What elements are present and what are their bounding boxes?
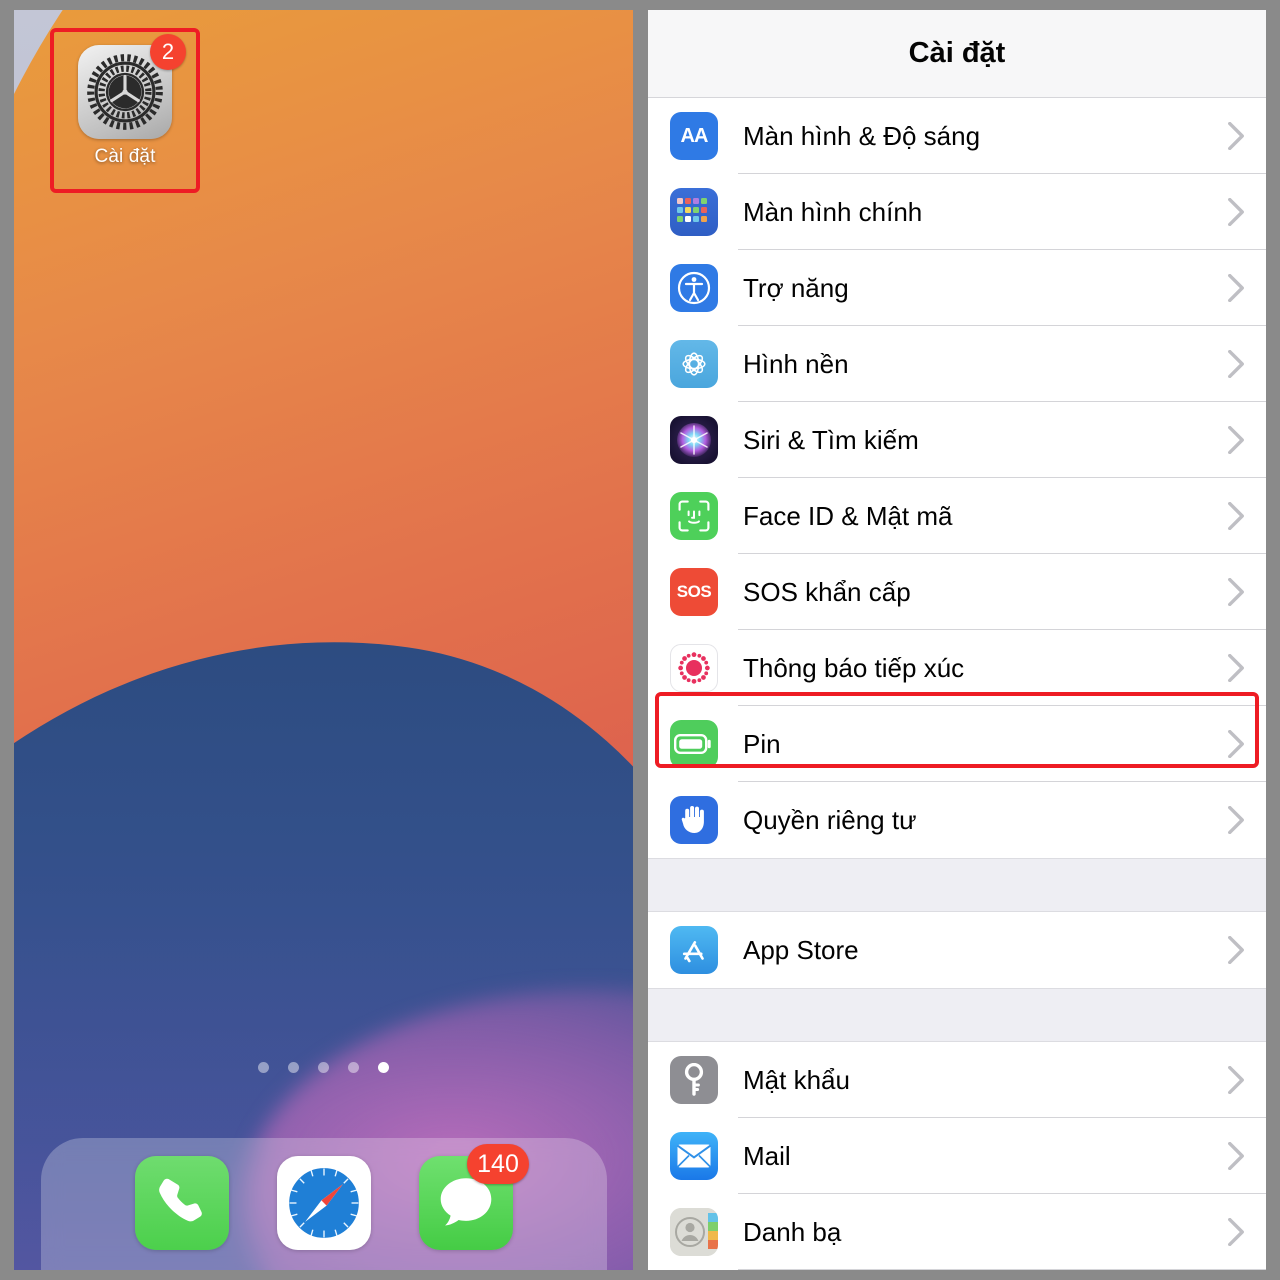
- settings-row-label: Danh bạ: [743, 1216, 842, 1247]
- face-id-icon: [670, 492, 718, 540]
- messages-badge: 140: [467, 1144, 529, 1184]
- display-brightness-icon: AA: [670, 112, 718, 160]
- settings-row-label: Quyền riêng tư: [743, 804, 917, 835]
- settings-row-label: Mail: [743, 1140, 791, 1171]
- wallpaper-vignette: [14, 10, 633, 1270]
- chevron-right-icon: [1228, 274, 1244, 302]
- phone-icon: [135, 1156, 229, 1250]
- settings-row-label: Hình nền: [743, 348, 849, 379]
- app-store-icon: [670, 926, 718, 974]
- home-screen-icon: [670, 188, 718, 236]
- settings-row-home-screen[interactable]: Màn hình chính: [648, 174, 1266, 250]
- dock-app-phone[interactable]: [135, 1156, 229, 1250]
- siri-icon: [670, 416, 718, 464]
- key-icon: [670, 1056, 718, 1104]
- home-app-settings[interactable]: 2 Cài đặt: [50, 28, 200, 193]
- settings-row-mail[interactable]: Mail: [648, 1118, 1266, 1194]
- chevron-right-icon: [1228, 1142, 1244, 1170]
- settings-row-label: App Store: [743, 934, 859, 965]
- settings-row-label: Màn hình & Độ sáng: [743, 120, 981, 151]
- screenshot-root: 2 Cài đặt 140 Cài đặt AA Màn hình & Độ s…: [0, 0, 1280, 1280]
- settings-row-emergency-sos[interactable]: SOS SOS khẩn cấp: [648, 554, 1266, 630]
- settings-app-label: Cài đặt: [94, 146, 156, 167]
- settings-row-label: Face ID & Mật mã: [743, 500, 953, 531]
- page-dot-3: [318, 1062, 329, 1073]
- page-dot-1: [258, 1062, 269, 1073]
- settings-row-label: SOS khẩn cấp: [743, 576, 911, 607]
- chevron-right-icon: [1228, 122, 1244, 150]
- settings-row-accessibility[interactable]: Trợ năng: [648, 250, 1266, 326]
- settings-group-gap-2: [648, 988, 1266, 1042]
- home-dock: 140: [41, 1138, 607, 1270]
- chevron-right-icon: [1228, 198, 1244, 226]
- wallpaper-icon: [670, 340, 718, 388]
- settings-app-screen: Cài đặt AA Màn hình & Độ sáng Màn hình c…: [648, 10, 1266, 1270]
- mail-envelope-icon: [670, 1132, 718, 1180]
- exposure-notification-icon: [670, 644, 718, 692]
- chevron-right-icon: [1228, 1066, 1244, 1094]
- settings-row-app-store[interactable]: App Store: [648, 912, 1266, 988]
- chevron-right-icon: [1228, 350, 1244, 378]
- settings-row-label: Trợ năng: [743, 272, 849, 303]
- ios-home-screen: 2 Cài đặt 140: [14, 10, 633, 1270]
- accessibility-icon: [670, 264, 718, 312]
- chevron-right-icon: [1228, 578, 1244, 606]
- settings-row-display[interactable]: AA Màn hình & Độ sáng: [648, 98, 1266, 174]
- chevron-right-icon: [1228, 654, 1244, 682]
- chevron-right-icon: [1228, 730, 1244, 758]
- settings-row-label: Siri & Tìm kiếm: [743, 424, 919, 455]
- settings-row-label: Pin: [743, 728, 781, 759]
- chevron-right-icon: [1228, 1218, 1244, 1246]
- sos-icon: SOS: [670, 568, 718, 616]
- settings-row-label: Màn hình chính: [743, 196, 923, 227]
- dock-app-messages[interactable]: 140: [419, 1144, 529, 1250]
- settings-row-contacts[interactable]: Danh bạ: [648, 1194, 1266, 1270]
- battery-icon: [670, 720, 718, 768]
- settings-group-store: App Store: [648, 912, 1266, 988]
- page-indicator-dots[interactable]: [14, 1062, 633, 1073]
- settings-row-battery[interactable]: Pin: [648, 706, 1266, 782]
- settings-nav-bar: Cài đặt: [648, 10, 1266, 98]
- settings-icon-wrapper: 2: [78, 34, 186, 139]
- contacts-icon: [670, 1208, 718, 1256]
- settings-row-label: Thông báo tiếp xúc: [743, 652, 965, 683]
- settings-group-gap-1: [648, 858, 1266, 912]
- settings-row-wallpaper[interactable]: Hình nền: [648, 326, 1266, 402]
- chevron-right-icon: [1228, 426, 1244, 454]
- chevron-right-icon: [1228, 806, 1244, 834]
- dock-app-safari[interactable]: [277, 1156, 371, 1250]
- chevron-right-icon: [1228, 502, 1244, 530]
- chevron-right-icon: [1228, 936, 1244, 964]
- settings-row-passwords[interactable]: Mật khẩu: [648, 1042, 1266, 1118]
- page-dot-4: [348, 1062, 359, 1073]
- settings-row-siri[interactable]: Siri & Tìm kiếm: [648, 402, 1266, 478]
- settings-badge: 2: [150, 34, 186, 70]
- settings-row-privacy[interactable]: Quyền riêng tư: [648, 782, 1266, 858]
- settings-row-label: Mật khẩu: [743, 1064, 850, 1095]
- compass-icon: [277, 1156, 371, 1250]
- privacy-hand-icon: [670, 796, 718, 844]
- settings-group-accounts: Mật khẩu Mail Danh bạ: [648, 1042, 1266, 1270]
- page-dot-2: [288, 1062, 299, 1073]
- settings-row-exposure-notification[interactable]: Thông báo tiếp xúc: [648, 630, 1266, 706]
- page-title: Cài đặt: [908, 37, 1006, 69]
- settings-row-face-id[interactable]: Face ID & Mật mã: [648, 478, 1266, 554]
- page-dot-5-active: [378, 1062, 389, 1073]
- settings-group-system: AA Màn hình & Độ sáng Màn hình chính Trợ…: [648, 98, 1266, 858]
